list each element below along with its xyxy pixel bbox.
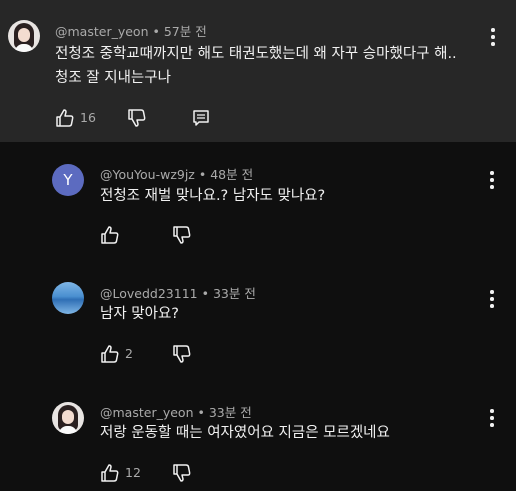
like-count: 16 (80, 110, 96, 125)
comment-text: 남자 맞아요? (100, 306, 180, 322)
meta-separator: • (198, 167, 207, 182)
comment-text: 전청조 재벌 맞나요.? 남자도 맞나요? (100, 188, 326, 204)
thumb-up-icon[interactable] (55, 108, 75, 128)
comment-item: Y @YouYou-wz9jz • 48분 전 전청조 재벌 맞나요.? 남자도… (0, 150, 516, 260)
comment-meta: @master_yeon • 33분 전 (100, 402, 252, 421)
meta-separator: • (201, 286, 209, 301)
avatar[interactable] (52, 282, 84, 314)
comment-text-line: 전청조 중학교때까지만 해도 태권도했는데 왜 자꾸 승마했다구 해.. (55, 46, 457, 62)
avatar[interactable]: Y (52, 164, 84, 196)
comment-text-line: 청조 잘 지내는구나 (55, 70, 171, 86)
comment-author[interactable]: @master_yeon (100, 405, 194, 420)
more-vert-icon[interactable] (490, 28, 496, 46)
comment-item: @master_yeon • 57분 전 전청조 중학교때까지만 해도 태권도했… (0, 0, 516, 142)
thumb-down-icon[interactable] (172, 463, 192, 483)
meta-separator: • (152, 24, 160, 39)
comment-actions: 16 (55, 108, 225, 128)
more-vert-icon[interactable] (489, 409, 495, 427)
comment-actions: 12 (100, 463, 200, 483)
comment-meta: @master_yeon • 57분 전 (55, 21, 207, 40)
comment-time[interactable]: 57분 전 (164, 24, 207, 39)
more-vert-icon[interactable] (489, 290, 495, 308)
meta-separator: • (197, 405, 205, 420)
comment-meta: @YouYou-wz9jz • 48분 전 (100, 164, 253, 183)
comment-time[interactable]: 48분 전 (210, 167, 253, 182)
reply-icon[interactable] (191, 108, 211, 128)
thumb-down-icon[interactable] (127, 108, 147, 128)
more-vert-icon[interactable] (489, 171, 495, 189)
comment-author[interactable]: @master_yeon (55, 24, 149, 39)
thumb-down-icon[interactable] (172, 225, 192, 245)
comment-item: @Lovedd23111 • 33분 전 남자 맞아요? 2 (0, 270, 516, 380)
avatar[interactable] (8, 20, 40, 52)
comment-meta: @Lovedd23111 • 33분 전 (100, 283, 256, 302)
thumb-up-icon[interactable] (100, 344, 120, 364)
thumb-down-icon[interactable] (172, 344, 192, 364)
like-count: 2 (125, 346, 133, 361)
comment-text: 저랑 운동할 때는 여자였어요 지금은 모르겠네요 (100, 425, 390, 441)
comment-time[interactable]: 33분 전 (213, 286, 256, 301)
like-count: 12 (125, 465, 141, 480)
comment-text: 전청조 중학교때까지만 해도 태권도했는데 왜 자꾸 승마했다구 해.. 청조 … (55, 43, 457, 89)
avatar[interactable] (52, 402, 84, 434)
comment-time[interactable]: 33분 전 (209, 405, 252, 420)
comment-item: @master_yeon • 33분 전 저랑 운동할 때는 여자였어요 지금은… (0, 390, 516, 491)
comment-author[interactable]: @YouYou-wz9jz (100, 167, 195, 182)
thumb-up-icon[interactable] (100, 463, 120, 483)
thumb-up-icon[interactable] (100, 225, 120, 245)
comment-actions: 2 (100, 344, 200, 364)
comment-author[interactable]: @Lovedd23111 (100, 286, 198, 301)
comment-actions (100, 225, 200, 245)
